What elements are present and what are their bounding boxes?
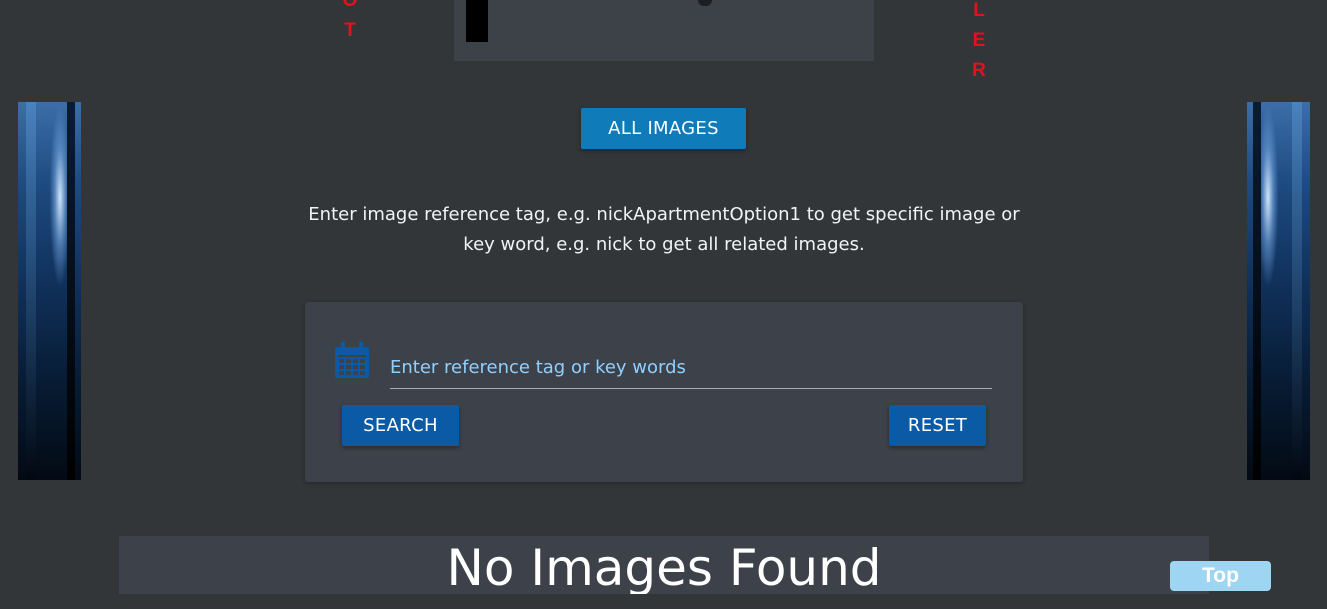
- red-letter: O: [342, 0, 358, 11]
- red-letter: E: [972, 30, 986, 51]
- image-dark-dot: [698, 0, 712, 6]
- left-decorative-image: [18, 102, 81, 480]
- image-dark-region: [466, 0, 488, 42]
- search-button[interactable]: SEARCH: [342, 405, 459, 446]
- search-card: SEARCH RESET: [305, 302, 1023, 482]
- back-to-top-button[interactable]: Top: [1170, 561, 1271, 591]
- red-letter: R: [972, 60, 986, 81]
- top-image-thumbnail: [454, 0, 874, 61]
- red-letter: T: [344, 20, 356, 41]
- instructions-line-2: key word, e.g. nick to get all related i…: [463, 234, 865, 255]
- all-images-button[interactable]: ALL IMAGES: [581, 108, 746, 149]
- results-panel: No Images Found: [119, 536, 1209, 594]
- red-letter: L: [973, 0, 985, 21]
- right-decorative-image: [1247, 102, 1310, 480]
- no-images-message: No Images Found: [446, 539, 882, 594]
- instructions-line-1: Enter image reference tag, e.g. nickApar…: [308, 204, 1020, 225]
- reset-button[interactable]: RESET: [889, 405, 986, 446]
- calendar-icon: [335, 342, 369, 378]
- vertical-red-text-left: O T: [340, 0, 360, 46]
- search-instructions: Enter image reference tag, e.g. nickApar…: [304, 200, 1024, 260]
- search-input[interactable]: [390, 346, 992, 389]
- vertical-red-text-right: L E R: [969, 0, 989, 86]
